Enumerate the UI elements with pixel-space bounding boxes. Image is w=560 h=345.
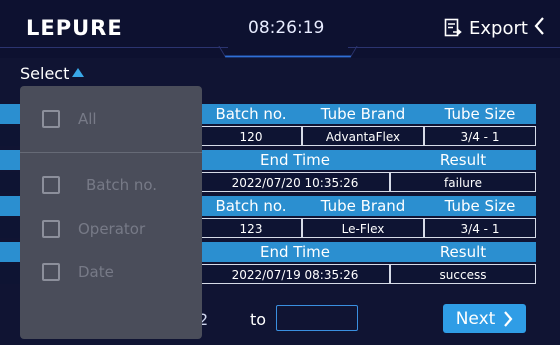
triangle-up-icon (72, 68, 85, 77)
header-batch-no: Batch no. (215, 105, 287, 123)
option-label: Operator (78, 220, 146, 238)
select-label: Select (20, 64, 70, 83)
header-batch-no: Batch no. (215, 197, 287, 215)
option-label: Date (78, 263, 114, 281)
dropdown-option-operator[interactable]: Operator (42, 220, 145, 238)
header-divider-left (0, 47, 228, 48)
end-time-value: 2022/07/20 10:35:26 (200, 172, 390, 192)
checkbox-icon[interactable] (42, 263, 60, 281)
option-label: All (78, 110, 97, 128)
header-result: Result (439, 243, 487, 261)
next-button[interactable]: Next (443, 304, 526, 333)
select-dropdown: All Batch no. Operator Date (20, 86, 202, 339)
chevron-right-icon (504, 310, 513, 327)
chevron-left-icon (534, 17, 544, 35)
tube-brand-value: Le-Flex (302, 218, 424, 238)
app-logo: LEPURE (26, 16, 123, 40)
dropdown-option-all[interactable]: All (42, 110, 97, 128)
option-label: Batch no. (86, 176, 158, 194)
back-button[interactable] (533, 14, 545, 43)
header-end-time: End Time (260, 243, 330, 261)
export-button[interactable]: Export (444, 15, 528, 41)
to-label: to (250, 310, 267, 329)
header-tube-size: Tube Size (444, 197, 516, 215)
export-label: Export (469, 17, 528, 39)
batch-no-value: 123 (200, 218, 302, 238)
dropdown-option-date[interactable]: Date (42, 263, 114, 281)
clock: 08:26:19 (248, 18, 325, 38)
header-tube-brand: Tube Brand (320, 197, 406, 215)
next-label: Next (455, 308, 496, 329)
dropdown-option-batch-no[interactable]: Batch no. (42, 176, 157, 194)
header-result: Result (439, 151, 487, 169)
tube-brand-value: AdvantaFlex (302, 126, 424, 146)
select-toggle[interactable]: Select (20, 64, 85, 83)
result-value: success (390, 264, 536, 284)
export-icon (444, 18, 462, 37)
tube-size-value: 3/4 - 1 (424, 126, 536, 146)
end-time-value: 2022/07/19 08:35:26 (200, 264, 390, 284)
checkbox-icon[interactable] (42, 110, 60, 128)
tube-size-value: 3/4 - 1 (424, 218, 536, 238)
header-divider-right (348, 47, 560, 48)
header-notch (218, 46, 358, 58)
checkbox-icon[interactable] (42, 220, 60, 238)
batch-no-value: 120 (200, 126, 302, 146)
page-number-input[interactable] (276, 305, 358, 331)
header-end-time: End Time (260, 151, 330, 169)
dropdown-divider (20, 152, 202, 153)
header-tube-size: Tube Size (444, 105, 516, 123)
result-value: failure (390, 172, 536, 192)
header-tube-brand: Tube Brand (320, 105, 406, 123)
top-bar: LEPURE 08:26:19 Export (0, 0, 560, 58)
checkbox-icon[interactable] (42, 176, 60, 194)
